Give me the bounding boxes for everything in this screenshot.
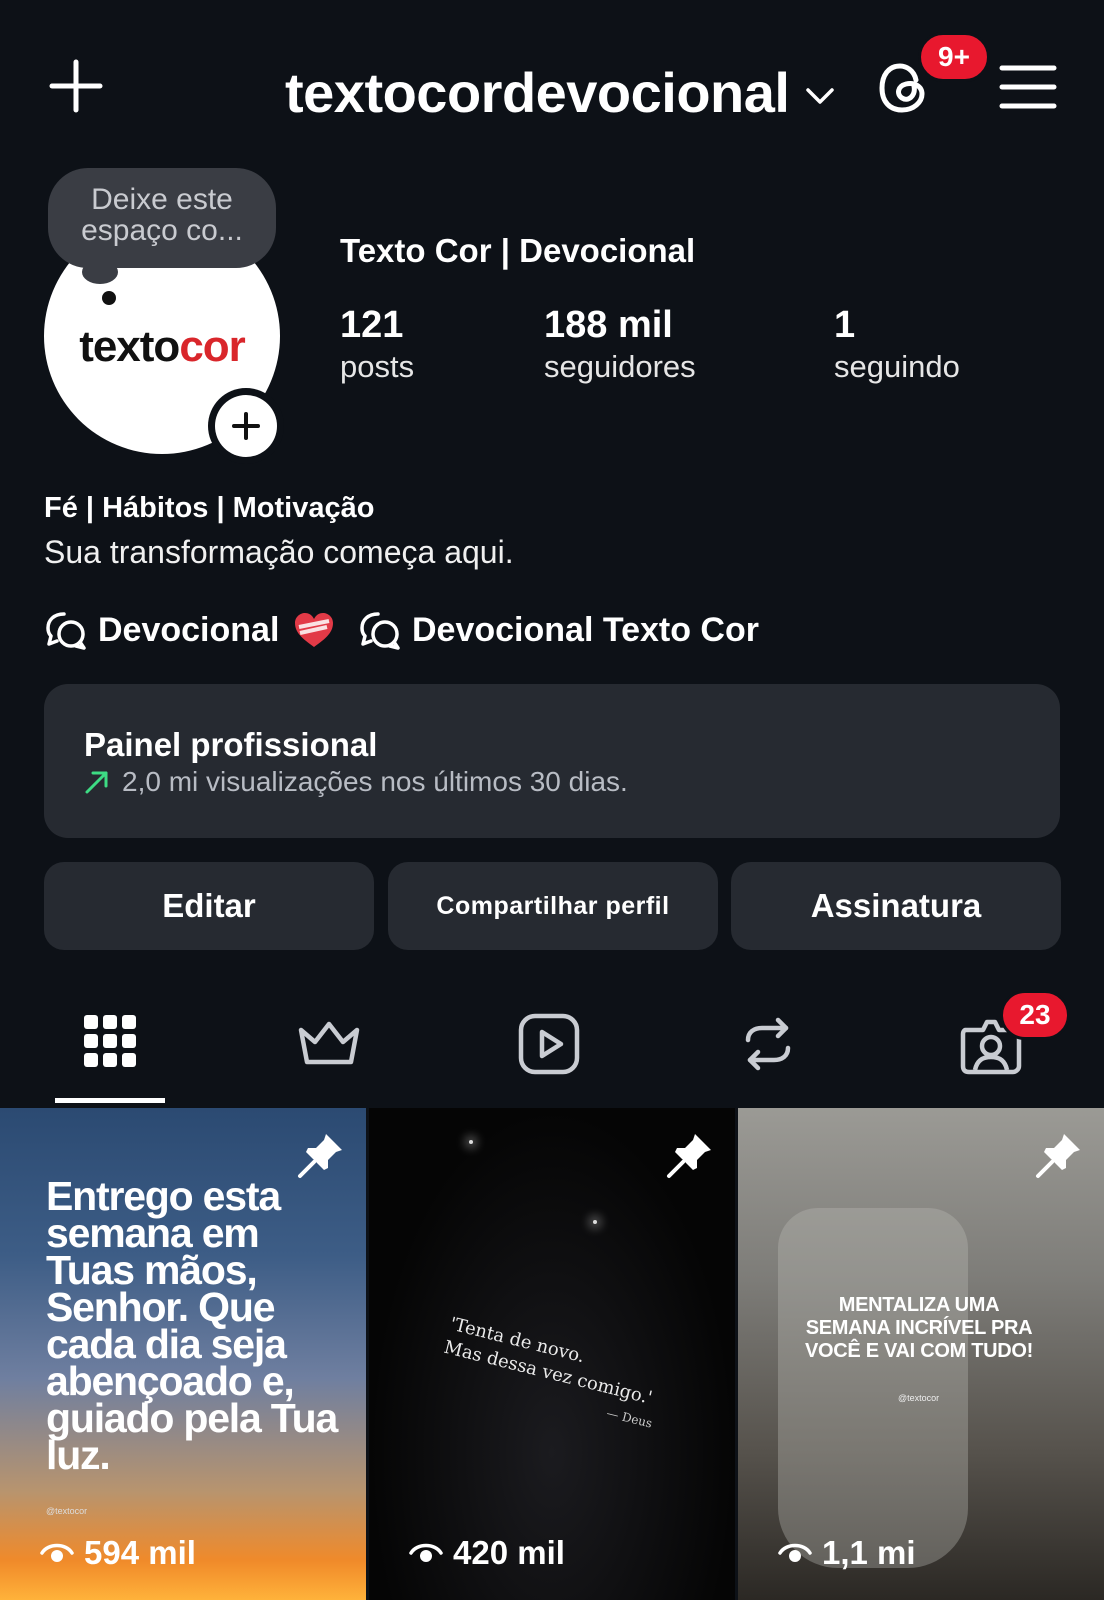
- eye-icon: [40, 1543, 74, 1562]
- active-tab-indicator: [55, 1098, 165, 1103]
- post-caption-image-text: 'Tenta de novo. Mas dessa vez comigo.' —…: [436, 1312, 667, 1435]
- panel-subtitle: 2,0 mi visualizações nos últimos 30 dias…: [84, 766, 628, 798]
- stat-followers[interactable]: 188 mil seguidores: [544, 304, 696, 385]
- views-count: 1,1 mi: [822, 1534, 916, 1571]
- light-spot: [593, 1220, 597, 1224]
- threads-link-devocional-texto-cor[interactable]: Devocional Texto Cor: [358, 608, 759, 652]
- eye-icon: [778, 1543, 812, 1562]
- post-tile[interactable]: MENTALIZA UMA SEMANA INCRÍVEL PRA VOCÊ E…: [738, 1108, 1104, 1600]
- note-tail-dot: [102, 291, 116, 305]
- top-bar: textocordevocional 9+: [0, 32, 1104, 140]
- bio-title: Fé | Hábitos | Motivação: [44, 492, 375, 524]
- display-name: Texto Cor | Devocional: [340, 232, 696, 269]
- eye-icon: [409, 1543, 443, 1562]
- pin-icon: [667, 1134, 711, 1178]
- panel-title: Painel profissional: [84, 726, 378, 763]
- threads-link-label: Devocional Texto Cor: [412, 610, 759, 649]
- pin-icon: [298, 1134, 342, 1178]
- post-views: 1,1 mi: [778, 1534, 916, 1572]
- note-bubble[interactable]: Deixe este espaço co...: [48, 168, 276, 268]
- light-spot: [469, 1140, 473, 1144]
- post-credit: @textocor: [898, 1393, 940, 1403]
- post-tile[interactable]: Entrego esta semana em Tuas mãos, Senhor…: [0, 1108, 366, 1600]
- plus-icon[interactable]: [48, 58, 104, 114]
- stat-following[interactable]: 1 seguindo: [834, 304, 960, 385]
- post-caption-image-text: Entrego esta semana em Tuas mãos, Senhor…: [46, 1173, 338, 1478]
- views-count: 594 mil: [84, 1534, 196, 1571]
- threads-link-devocional[interactable]: Devocional: [44, 608, 345, 652]
- professional-dashboard[interactable]: Painel profissional 2,0 mi visualizações…: [44, 684, 1060, 838]
- heart-emoji-icon: [295, 613, 334, 647]
- avatar-logo: textocor: [79, 322, 246, 372]
- stat-label: posts: [340, 349, 415, 384]
- grid-icon[interactable]: [76, 1010, 144, 1078]
- stat-posts[interactable]: 121 posts: [340, 304, 414, 385]
- notification-badge: 9+: [918, 32, 990, 82]
- post-tile[interactable]: 'Tenta de novo. Mas dessa vez comigo.' —…: [369, 1108, 735, 1600]
- username: textocordevocional: [285, 61, 790, 124]
- tagged-badge: 23: [1000, 990, 1070, 1040]
- reels-icon[interactable]: [515, 1010, 583, 1078]
- logo-text-suffix: cor: [179, 322, 245, 371]
- post-credit: @textocor: [46, 1506, 88, 1516]
- plus-icon: [232, 412, 260, 440]
- crown-icon[interactable]: [295, 1010, 363, 1078]
- repost-icon[interactable]: [734, 1010, 802, 1078]
- post-caption-image-text: MENTALIZA UMA SEMANA INCRÍVEL PRA VOCÊ E…: [804, 1294, 1034, 1362]
- add-story-button[interactable]: [208, 388, 284, 464]
- edit-button[interactable]: Editar: [44, 862, 374, 950]
- hamburger-menu-icon[interactable]: [998, 62, 1058, 112]
- trend-up-arrow-icon: [85, 771, 108, 794]
- account-switcher[interactable]: textocordevocional: [285, 60, 835, 125]
- stat-label: seguindo: [834, 349, 960, 384]
- stat-label: seguidores: [544, 349, 696, 384]
- threads-link-label: Devocional: [98, 610, 280, 649]
- pin-icon: [1036, 1134, 1080, 1178]
- threads-chat-icon: [360, 612, 400, 650]
- coffee-pot-image: [778, 1208, 968, 1568]
- stat-value: 188 mil: [544, 304, 673, 346]
- views-count: 420 mil: [453, 1534, 565, 1571]
- threads-chat-icon: [46, 612, 86, 650]
- post-views: 594 mil: [40, 1534, 196, 1572]
- share-profile-button[interactable]: Compartilhar perfil: [388, 862, 718, 950]
- subscription-button[interactable]: Assinatura: [731, 862, 1061, 950]
- logo-text-prefix: texto: [79, 322, 180, 371]
- bio-text: Sua transformação começa aqui.: [44, 534, 514, 570]
- chevron-down-icon: [806, 87, 835, 104]
- stat-value: 1: [834, 304, 856, 346]
- panel-subtitle-text: 2,0 mi visualizações nos últimos 30 dias…: [122, 766, 628, 797]
- post-views: 420 mil: [409, 1534, 565, 1572]
- stat-value: 121: [340, 304, 404, 346]
